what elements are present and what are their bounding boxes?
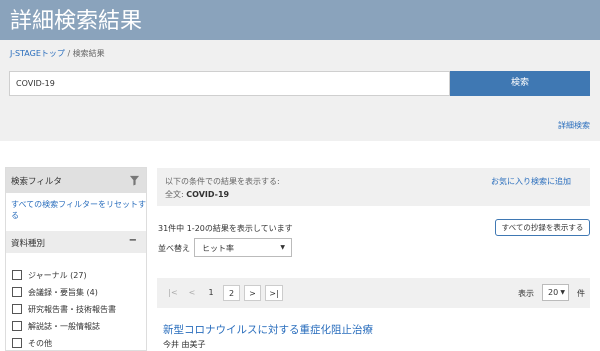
funnel-icon[interactable] (129, 175, 140, 186)
filter-option-label: 会議録・要旨集 (4) (28, 288, 98, 297)
breadcrumb-separator: / (67, 49, 71, 58)
result-count: 31件中 1-20の結果を表示しています (158, 224, 293, 233)
checkbox[interactable] (12, 287, 22, 297)
sort-select[interactable]: ヒット率 ▼ (194, 238, 292, 257)
page-banner: 詳細検索結果 (0, 0, 600, 40)
filter-title: 検索フィルタ (11, 177, 62, 187)
breadcrumb-home-link[interactable]: J-STAGEトップ (10, 49, 65, 58)
pagination-bar: |< < 1 2 > >| 表示 20 ▼ 件 (157, 278, 590, 308)
first-page-button[interactable]: |< (167, 285, 179, 301)
filter-header: 検索フィルタ (6, 168, 146, 193)
search-area: J-STAGEトップ / 検索結果 検索 詳細検索 (0, 40, 600, 141)
collapse-icon[interactable]: − (129, 235, 137, 246)
checkbox[interactable] (12, 321, 22, 331)
last-page-button[interactable]: >| (265, 285, 283, 301)
sort-select-value: ヒット率 (202, 244, 234, 253)
add-favorite-search-link[interactable]: お気に入り検索に追加 (491, 176, 571, 187)
result-author: 今井 由美子 (163, 340, 206, 349)
reset-filters-link[interactable]: すべての検索フィルターをリセットする (11, 199, 146, 221)
filter-option-label: その他 (28, 339, 52, 348)
filter-option-label: 研究報告書・技術報告書 (28, 305, 116, 314)
conditions-heading: 以下の条件での結果を表示する: (165, 177, 280, 186)
checkbox[interactable] (12, 270, 22, 280)
section-header-document-type[interactable]: 資料種別 − (6, 231, 146, 253)
page-title: 詳細検索結果 (10, 9, 143, 34)
search-button[interactable]: 検索 (450, 71, 590, 96)
result-title-link[interactable]: 新型コロナウイルスに対する重症化阻止治療 (163, 322, 373, 337)
page-1-button[interactable]: 1 (205, 285, 217, 301)
checkbox[interactable] (12, 338, 22, 348)
per-page-label: 表示 (518, 289, 534, 298)
conditions-detail-value: COVID-19 (186, 190, 230, 199)
sort-label: 並べ替え (158, 244, 190, 253)
chevron-down-icon: ▼ (560, 289, 565, 296)
prev-page-button[interactable]: < (186, 285, 198, 301)
page-2-button[interactable]: 2 (223, 285, 240, 301)
search-input[interactable] (9, 71, 450, 96)
filter-option-label: 解説誌・一般情報誌 (28, 322, 100, 331)
show-all-abstracts-button[interactable]: すべての抄録を表示する (495, 219, 590, 236)
section-title: 資料種別 (11, 239, 46, 249)
per-page-value: 20 (548, 288, 559, 297)
filter-panel: 検索フィルタ すべての検索フィルターをリセットする 資料種別 − ジャーナル (… (5, 167, 147, 351)
per-page-select[interactable]: 20 ▼ (542, 284, 569, 301)
next-page-button[interactable]: > (244, 285, 261, 301)
filter-option-label: ジャーナル (27) (28, 271, 87, 280)
conditions-detail: 全文: COVID-19 (165, 189, 229, 200)
conditions-detail-label: 全文: (165, 190, 184, 199)
search-conditions: 以下の条件での結果を表示する: 全文: COVID-19 お気に入り検索に追加 (157, 168, 590, 206)
checkbox[interactable] (12, 304, 22, 314)
chevron-down-icon: ▼ (280, 244, 285, 251)
per-page-unit: 件 (577, 289, 585, 298)
advanced-search-link[interactable]: 詳細検索 (558, 120, 590, 131)
breadcrumb: J-STAGEトップ / 検索結果 (10, 48, 105, 59)
breadcrumb-current: 検索結果 (72, 49, 105, 58)
